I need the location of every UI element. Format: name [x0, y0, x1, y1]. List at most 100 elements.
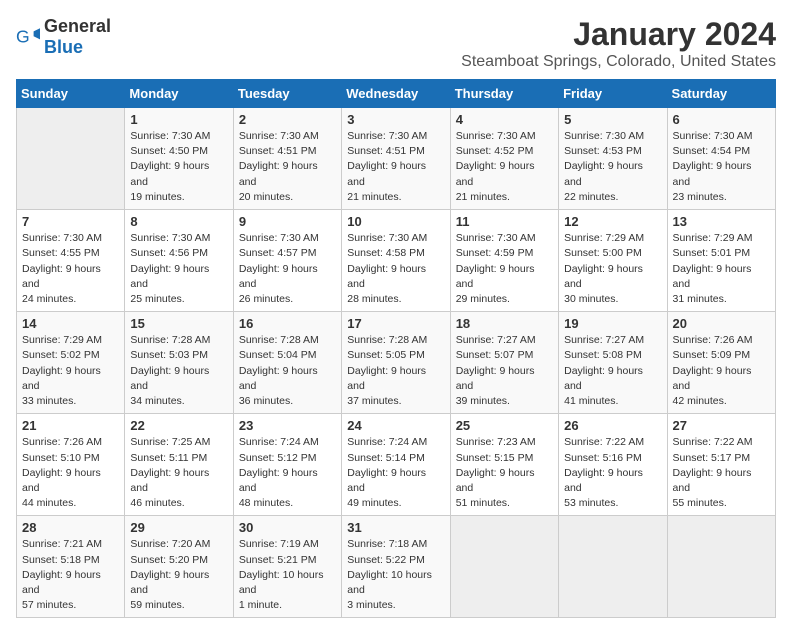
day-cell: 19Sunrise: 7:27 AMSunset: 5:08 PMDayligh… [559, 312, 667, 414]
day-cell: 10 Sunrise: 7:30 AMSunset: 4:58 PMDayligh… [342, 210, 450, 312]
day-number: 11 [456, 214, 553, 229]
day-info: Sunrise: 7:30 AMSunset: 4:51 PMDaylight:… [347, 129, 444, 205]
header-thursday: Thursday [450, 80, 558, 108]
day-number: 31 [347, 520, 444, 535]
day-info: Sunrise: 7:28 AMSunset: 5:05 PMDaylight:… [347, 333, 444, 409]
day-cell: 9Sunrise: 7:30 AMSunset: 4:57 PMDaylight… [233, 210, 341, 312]
day-number: 1 [130, 112, 227, 127]
day-number: 20 [673, 316, 770, 331]
svg-text:G: G [16, 27, 30, 47]
days-header-row: SundayMondayTuesdayWednesdayThursdayFrid… [17, 80, 776, 108]
day-info: Sunrise: 7:28 AMSunset: 5:04 PMDaylight:… [239, 333, 336, 409]
day-info: Sunrise: 7:24 AMSunset: 5:12 PMDaylight:… [239, 435, 336, 511]
day-cell: 25 Sunrise: 7:23 AMSunset: 5:15 PMDayligh… [450, 414, 558, 516]
calendar-table: SundayMondayTuesdayWednesdayThursdayFrid… [16, 79, 776, 618]
week-row-2: 7 Sunrise: 7:30 AMSunset: 4:55 PMDaylight… [17, 210, 776, 312]
logo-general-text: General [44, 16, 111, 36]
day-info: Sunrise: 7:23 AMSunset: 5:15 PMDaylight:… [456, 435, 553, 511]
day-info: Sunrise: 7:28 AMSunset: 5:03 PMDaylight:… [130, 333, 227, 409]
header-saturday: Saturday [667, 80, 775, 108]
day-info: Sunrise: 7:18 AMSunset: 5:22 PMDaylight:… [347, 537, 444, 613]
day-number: 19 [564, 316, 661, 331]
calendar-subtitle: Steamboat Springs, Colorado, United Stat… [461, 53, 776, 71]
day-cell: 4Sunrise: 7:30 AMSunset: 4:52 PMDaylight… [450, 108, 558, 210]
day-number: 10 [347, 214, 444, 229]
logo-icon: G [16, 25, 40, 49]
header-friday: Friday [559, 80, 667, 108]
day-number: 22 [130, 418, 227, 433]
day-number: 28 [22, 520, 119, 535]
day-number: 25 [456, 418, 553, 433]
day-number: 2 [239, 112, 336, 127]
header-monday: Monday [125, 80, 233, 108]
day-cell: 26 Sunrise: 7:22 AMSunset: 5:16 PMDayligh… [559, 414, 667, 516]
day-number: 8 [130, 214, 227, 229]
day-cell: 31 Sunrise: 7:18 AMSunset: 5:22 PMDayligh… [342, 516, 450, 618]
day-number: 15 [130, 316, 227, 331]
day-cell [17, 108, 125, 210]
day-cell: 13 Sunrise: 7:29 AMSunset: 5:01 PMDayligh… [667, 210, 775, 312]
day-cell: 18Sunrise: 7:27 AMSunset: 5:07 PMDayligh… [450, 312, 558, 414]
day-number: 7 [22, 214, 119, 229]
day-info: Sunrise: 7:29 AMSunset: 5:01 PMDaylight:… [673, 231, 770, 307]
day-info: Sunrise: 7:29 AMSunset: 5:00 PMDaylight:… [564, 231, 661, 307]
day-cell: 23 Sunrise: 7:24 AMSunset: 5:12 PMDayligh… [233, 414, 341, 516]
day-number: 13 [673, 214, 770, 229]
day-info: Sunrise: 7:19 AMSunset: 5:21 PMDaylight:… [239, 537, 336, 613]
day-number: 30 [239, 520, 336, 535]
day-cell: 29 Sunrise: 7:20 AMSunset: 5:20 PMDayligh… [125, 516, 233, 618]
day-cell: 3Sunrise: 7:30 AMSunset: 4:51 PMDaylight… [342, 108, 450, 210]
day-number: 23 [239, 418, 336, 433]
day-number: 27 [673, 418, 770, 433]
day-cell: 27 Sunrise: 7:22 AMSunset: 5:17 PMDayligh… [667, 414, 775, 516]
day-cell: 6Sunrise: 7:30 AMSunset: 4:54 PMDaylight… [667, 108, 775, 210]
day-info: Sunrise: 7:21 AMSunset: 5:18 PMDaylight:… [22, 537, 119, 613]
day-cell: 14 Sunrise: 7:29 AMSunset: 5:02 PMDayligh… [17, 312, 125, 414]
day-info: Sunrise: 7:30 AMSunset: 4:58 PMDaylight:… [347, 231, 444, 307]
day-number: 18 [456, 316, 553, 331]
logo: G General Blue [16, 16, 111, 58]
day-info: Sunrise: 7:22 AMSunset: 5:16 PMDaylight:… [564, 435, 661, 511]
day-info: Sunrise: 7:29 AMSunset: 5:02 PMDaylight:… [22, 333, 119, 409]
header-sunday: Sunday [17, 80, 125, 108]
day-cell: 20 Sunrise: 7:26 AMSunset: 5:09 PMDayligh… [667, 312, 775, 414]
day-cell: 22 Sunrise: 7:25 AMSunset: 5:11 PMDayligh… [125, 414, 233, 516]
day-cell [559, 516, 667, 618]
day-cell: 24Sunrise: 7:24 AMSunset: 5:14 PMDayligh… [342, 414, 450, 516]
day-cell [450, 516, 558, 618]
day-number: 5 [564, 112, 661, 127]
day-number: 4 [456, 112, 553, 127]
day-info: Sunrise: 7:30 AMSunset: 4:50 PMDaylight:… [130, 129, 227, 205]
day-number: 16 [239, 316, 336, 331]
day-cell: 8 Sunrise: 7:30 AMSunset: 4:56 PMDaylight… [125, 210, 233, 312]
day-info: Sunrise: 7:25 AMSunset: 5:11 PMDaylight:… [130, 435, 227, 511]
day-number: 17 [347, 316, 444, 331]
day-number: 14 [22, 316, 119, 331]
day-number: 29 [130, 520, 227, 535]
day-cell: 7 Sunrise: 7:30 AMSunset: 4:55 PMDaylight… [17, 210, 125, 312]
day-info: Sunrise: 7:22 AMSunset: 5:17 PMDaylight:… [673, 435, 770, 511]
week-row-3: 14 Sunrise: 7:29 AMSunset: 5:02 PMDayligh… [17, 312, 776, 414]
header: G General Blue January 2024 Steamboat Sp… [16, 16, 776, 71]
header-tuesday: Tuesday [233, 80, 341, 108]
week-row-4: 21 Sunrise: 7:26 AMSunset: 5:10 PMDayligh… [17, 414, 776, 516]
day-info: Sunrise: 7:20 AMSunset: 5:20 PMDaylight:… [130, 537, 227, 613]
day-info: Sunrise: 7:30 AMSunset: 4:51 PMDaylight:… [239, 129, 336, 205]
week-row-1: 1 Sunrise: 7:30 AMSunset: 4:50 PMDaylight… [17, 108, 776, 210]
day-info: Sunrise: 7:24 AMSunset: 5:14 PMDaylight:… [347, 435, 444, 511]
day-cell: 21 Sunrise: 7:26 AMSunset: 5:10 PMDayligh… [17, 414, 125, 516]
day-info: Sunrise: 7:30 AMSunset: 4:54 PMDaylight:… [673, 129, 770, 205]
day-cell: 2 Sunrise: 7:30 AMSunset: 4:51 PMDaylight… [233, 108, 341, 210]
day-info: Sunrise: 7:30 AMSunset: 4:53 PMDaylight:… [564, 129, 661, 205]
day-cell: 15 Sunrise: 7:28 AMSunset: 5:03 PMDayligh… [125, 312, 233, 414]
day-cell: 17 Sunrise: 7:28 AMSunset: 5:05 PMDayligh… [342, 312, 450, 414]
day-number: 26 [564, 418, 661, 433]
day-info: Sunrise: 7:26 AMSunset: 5:10 PMDaylight:… [22, 435, 119, 511]
day-number: 21 [22, 418, 119, 433]
day-cell [667, 516, 775, 618]
day-info: Sunrise: 7:26 AMSunset: 5:09 PMDaylight:… [673, 333, 770, 409]
day-info: Sunrise: 7:30 AMSunset: 4:55 PMDaylight:… [22, 231, 119, 307]
title-area: January 2024 Steamboat Springs, Colorado… [461, 16, 776, 71]
day-info: Sunrise: 7:30 AMSunset: 4:56 PMDaylight:… [130, 231, 227, 307]
day-cell: 30 Sunrise: 7:19 AMSunset: 5:21 PMDayligh… [233, 516, 341, 618]
